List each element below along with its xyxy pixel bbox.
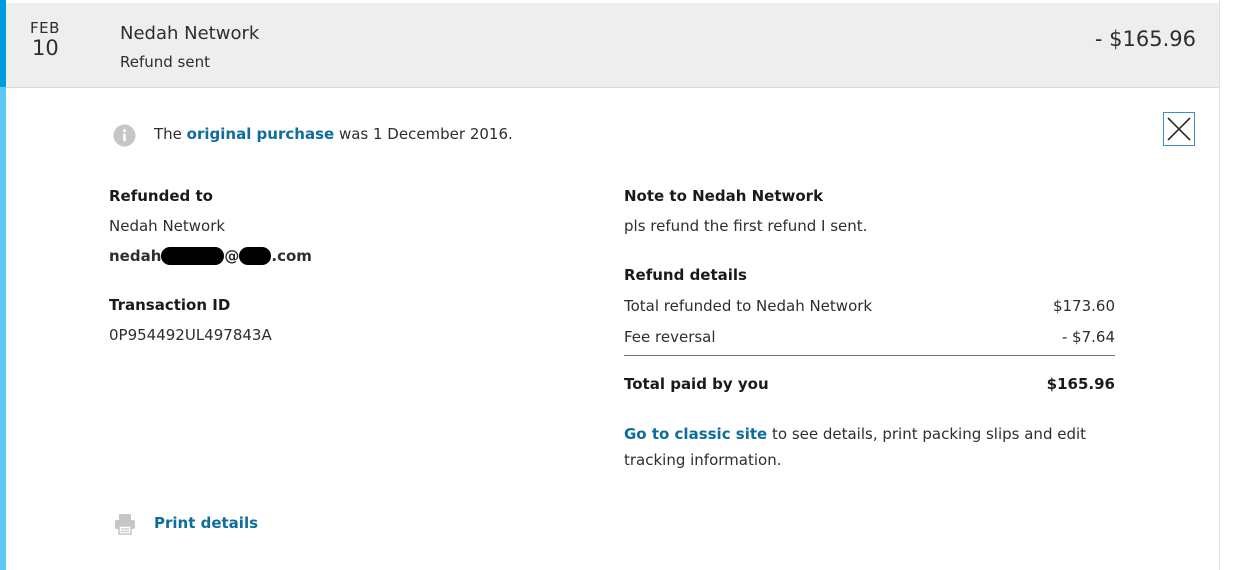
refunded-to-name: Nedah Network xyxy=(109,217,226,235)
transaction-header[interactable]: FEB 10 Nedah Network Refund sent - $165.… xyxy=(6,3,1219,88)
refund-row-total-refunded: Total refunded to Nedah Network $173.60 xyxy=(624,297,1115,315)
refund-row-fee-reversal: Fee reversal - $7.64 xyxy=(624,328,1115,346)
transaction-id-label: Transaction ID xyxy=(109,296,231,314)
email-at: @ xyxy=(224,247,240,265)
info-prefix: The xyxy=(154,125,187,143)
refund-row-label: Fee reversal xyxy=(624,328,716,346)
card-accent-bar-expanded xyxy=(0,87,6,570)
original-purchase-link[interactable]: original purchase xyxy=(187,125,335,143)
info-suffix: was 1 December 2016. xyxy=(334,125,513,143)
email-end: .com xyxy=(271,247,312,265)
refunded-to-email[interactable]: nedah @ .com xyxy=(109,247,312,265)
info-icon xyxy=(113,124,136,147)
print-details-link[interactable]: Print details xyxy=(154,514,258,532)
refund-row-total-paid: Total paid by you $165.96 xyxy=(624,375,1115,393)
total-paid-value: $165.96 xyxy=(1046,375,1115,393)
date-month: FEB xyxy=(30,19,60,37)
date-day: 10 xyxy=(32,36,59,60)
transaction-card: FEB 10 Nedah Network Refund sent - $165.… xyxy=(0,0,1220,570)
classic-site-link[interactable]: Go to classic site xyxy=(624,425,767,443)
printer-icon[interactable] xyxy=(113,512,137,536)
merchant-name: Nedah Network xyxy=(120,23,260,44)
refunded-to-label: Refunded to xyxy=(109,187,213,205)
refund-row-value: - $7.64 xyxy=(1061,328,1115,346)
email-start: nedah xyxy=(109,247,162,265)
close-icon xyxy=(1167,117,1191,141)
email-domain-redaction xyxy=(239,247,272,265)
note-text: pls refund the first refund I sent. xyxy=(624,217,868,235)
total-paid-label: Total paid by you xyxy=(624,375,769,393)
close-button[interactable] xyxy=(1163,112,1195,146)
transaction-status: Refund sent xyxy=(120,53,210,71)
original-purchase-notice: The original purchase was 1 December 201… xyxy=(154,125,513,143)
classic-site-notice: Go to classic site to see details, print… xyxy=(624,421,1124,473)
email-redaction xyxy=(161,247,225,265)
refund-details-label: Refund details xyxy=(624,266,747,284)
transaction-id: 0P954492UL497843A xyxy=(109,326,272,344)
note-label: Note to Nedah Network xyxy=(624,187,824,205)
refund-row-label: Total refunded to Nedah Network xyxy=(624,297,873,315)
transaction-amount: - $165.96 xyxy=(1094,27,1196,51)
refund-row-value: $173.60 xyxy=(1052,297,1115,315)
refund-divider xyxy=(624,355,1115,356)
